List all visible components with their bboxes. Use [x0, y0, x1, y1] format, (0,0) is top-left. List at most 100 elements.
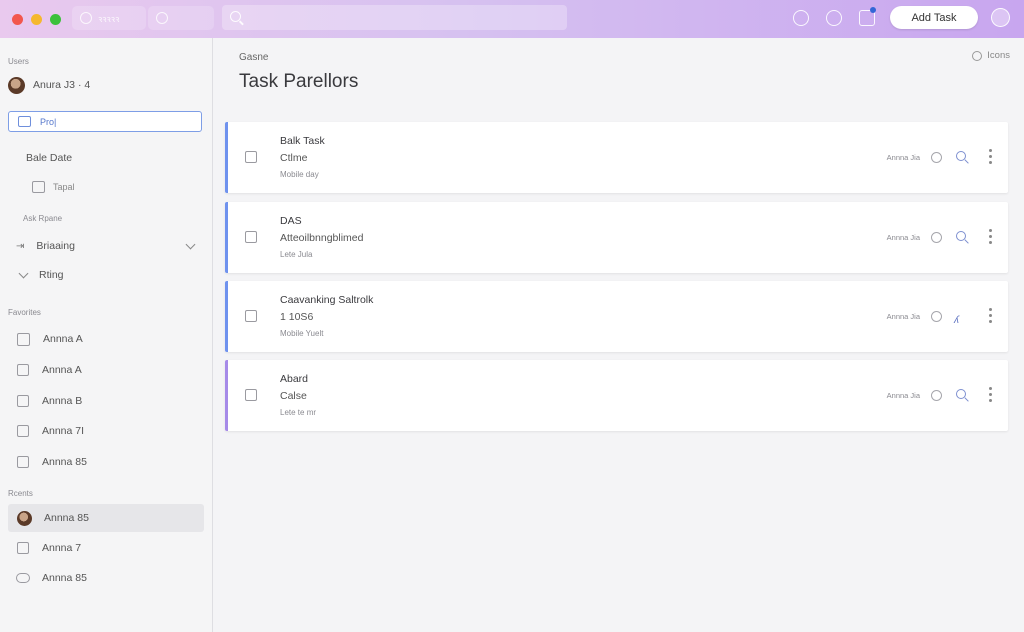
minimize-window-button[interactable]	[31, 13, 42, 25]
task-title: Caavanking Saltrolk	[280, 294, 374, 306]
icons-toggle-button[interactable]: Icons	[972, 50, 1010, 61]
sidebar-user[interactable]: Anura J3 · 4	[8, 72, 204, 98]
task-title: Balk Task	[280, 135, 325, 147]
calendar-icon	[32, 181, 45, 193]
zoom-icon[interactable]	[956, 151, 966, 161]
close-window-button[interactable]	[12, 13, 23, 25]
task-card[interactable]: DAS Atteoilbnngblimed Lete Jula Annna Ji…	[225, 202, 1008, 273]
notification-badge	[870, 7, 876, 13]
square-icon	[17, 425, 29, 437]
task-assignee: Annna Jia	[886, 312, 920, 321]
inbox-icon	[18, 116, 31, 127]
task-assignee: Annna Jia	[886, 233, 920, 242]
more-options-icon[interactable]	[989, 308, 992, 323]
status-icon[interactable]	[931, 390, 942, 401]
task-checkbox[interactable]	[245, 231, 257, 243]
sidebar-section-ask: Ask Rpane	[23, 214, 63, 223]
sidebar-item-label: Annna 7	[42, 542, 82, 554]
icons-toggle-label: Icons	[987, 50, 1010, 61]
sidebar-filter-value: Pro|	[40, 116, 57, 127]
task-subtitle: 1 10S6	[280, 311, 314, 323]
status-icon[interactable]	[931, 311, 942, 322]
toolbar-tab-1[interactable]: ꝛꝛꝛꝛꝛ	[72, 6, 146, 30]
task-card[interactable]: Abard Calse Lete te mr Annna Jia	[225, 360, 1008, 431]
status-icon[interactable]	[931, 232, 942, 243]
card-accent	[225, 360, 228, 431]
task-checkbox[interactable]	[245, 310, 257, 322]
task-card[interactable]: Balk Task Ctlme Mobile day Annna Jia	[225, 122, 1008, 193]
sidebar-fav-item[interactable]: Annna A	[8, 357, 204, 383]
main-content: Gasne Task Parellors Icons Balk Task Ctl…	[213, 38, 1024, 632]
task-title: DAS	[280, 215, 302, 227]
task-checkbox[interactable]	[245, 151, 257, 163]
task-subtitle: Calse	[280, 390, 307, 402]
task-note: Mobile Yuelt	[280, 329, 324, 338]
brain-icon[interactable]	[826, 10, 842, 26]
breadcrumb[interactable]: Gasne	[239, 52, 268, 63]
zoom-icon[interactable]	[956, 231, 966, 241]
maximize-window-button[interactable]	[50, 13, 61, 25]
window-controls	[12, 13, 61, 25]
sidebar-recent-item[interactable]: Annna 85	[8, 565, 204, 591]
sidebar: Users Anura J3 · 4 Pro| Bale Date Tapal …	[0, 38, 213, 632]
chevron-down-icon[interactable]	[185, 239, 196, 250]
sidebar-item-label: Tapal	[53, 182, 75, 192]
search-input[interactable]	[222, 5, 567, 30]
square-icon	[17, 456, 29, 468]
more-options-icon[interactable]	[989, 149, 992, 164]
card-accent	[225, 202, 228, 273]
more-options-icon[interactable]	[989, 387, 992, 402]
avatar	[17, 510, 32, 526]
link-icon[interactable]: ʎ	[954, 310, 966, 326]
task-note: Lete te mr	[280, 408, 317, 417]
sidebar-fav-item[interactable]: Annna 7I	[8, 418, 204, 444]
sidebar-item-label: Annna 7I	[42, 425, 85, 437]
flower-icon	[156, 12, 168, 24]
task-subtitle: Ctlme	[280, 152, 308, 164]
sidebar-expand-row-2[interactable]: Rting	[8, 262, 204, 288]
title-bar: ꝛꝛꝛꝛꝛ Add Task	[0, 0, 1024, 38]
sidebar-filter-input[interactable]: Pro|	[8, 111, 202, 132]
task-note: Mobile day	[280, 170, 319, 179]
sidebar-group-header[interactable]: Bale Date	[26, 145, 204, 171]
sidebar-recent-item-selected[interactable]: Annna 85	[8, 504, 204, 532]
toolbar-tab-2[interactable]	[148, 6, 214, 30]
sidebar-section-users: Users	[8, 57, 29, 66]
task-assignee: Annna Jia	[886, 391, 920, 400]
sidebar-fav-item[interactable]: Annna 85	[8, 449, 204, 475]
sidebar-item-label: Briaaing	[36, 240, 75, 252]
add-task-button[interactable]: Add Task	[890, 6, 978, 29]
task-title: Abard	[280, 373, 309, 385]
task-assignee: Annna Jia	[886, 153, 920, 162]
card-accent	[225, 281, 228, 352]
zoom-icon[interactable]	[956, 389, 966, 399]
sidebar-recent-item[interactable]: Annna 7	[8, 535, 204, 561]
task-checkbox[interactable]	[245, 389, 257, 401]
brain-icon[interactable]	[793, 10, 809, 26]
page-title: Task Parellors	[239, 71, 359, 92]
chevron-down-icon	[18, 268, 29, 278]
sidebar-fav-item[interactable]: Annna B	[8, 388, 204, 414]
layout-icon	[17, 332, 30, 346]
task-subtitle: Atteoilbnngblimed	[280, 232, 364, 244]
more-options-icon[interactable]	[989, 229, 992, 244]
cloud-icon	[16, 573, 30, 583]
sidebar-fav-item[interactable]: Annna A	[8, 326, 204, 352]
sidebar-user-name: Anura J3 · 4	[33, 79, 91, 91]
task-card[interactable]: Caavanking Saltrolk 1 10S6 Mobile Yuelt …	[225, 281, 1008, 352]
profile-icon[interactable]	[991, 8, 1010, 27]
sidebar-item-label: Annna A	[43, 333, 83, 345]
sidebar-expand-row-1[interactable]: ⇥ Briaaing	[8, 233, 204, 259]
sidebar-item-tapal[interactable]: Tapal	[24, 174, 204, 200]
expand-arrow-icon: ⇥	[16, 240, 25, 252]
square-icon	[17, 395, 29, 407]
sidebar-item-label: Annna 85	[42, 572, 87, 584]
search-icon	[230, 11, 241, 22]
task-note: Lete Jula	[280, 250, 313, 259]
square-icon	[17, 364, 29, 376]
status-icon[interactable]	[931, 152, 942, 163]
sidebar-item-label: Annna 85	[42, 456, 87, 468]
sidebar-item-label: Annna B	[42, 395, 83, 407]
sidebar-section-recents: Rcents	[8, 489, 33, 498]
square-icon	[17, 542, 29, 554]
